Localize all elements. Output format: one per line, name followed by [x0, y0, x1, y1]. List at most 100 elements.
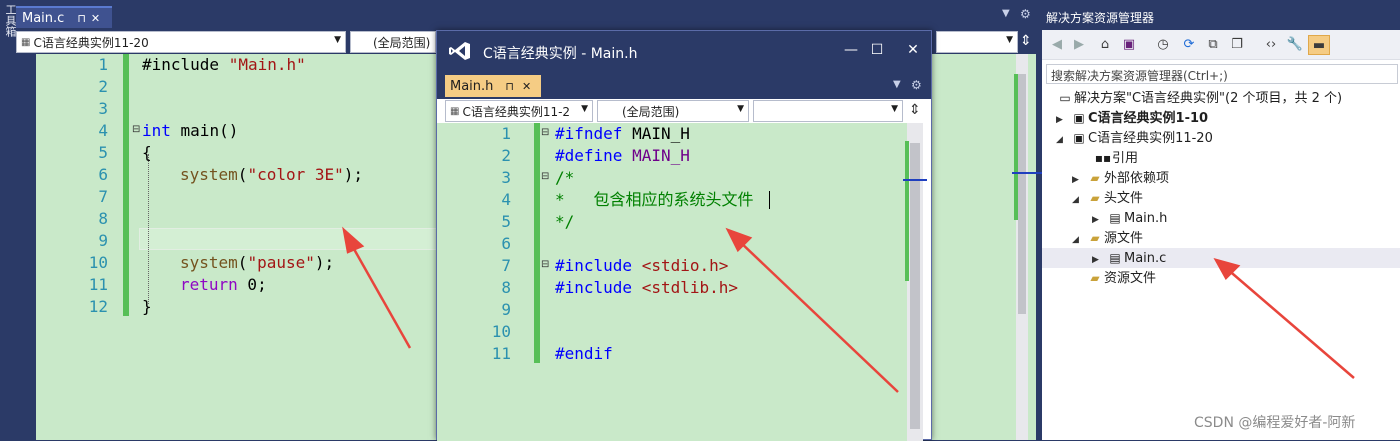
pin-icon[interactable]: ⊓ [505, 80, 514, 93]
close-icon[interactable]: ✕ [91, 12, 100, 25]
scrollbar-thumb[interactable] [1018, 74, 1026, 314]
code-line-11: return 0; [180, 274, 267, 296]
home-icon[interactable]: ⌂ [1094, 35, 1116, 55]
scope-dropdown[interactable]: (全局范围) ▼ [597, 100, 749, 122]
tree-node-resource-files[interactable]: ▰ 资源文件 [1086, 268, 1156, 288]
expand-icon[interactable]: ▶ [1092, 210, 1106, 230]
collapse-arrow-icon[interactable]: ◢ [1072, 230, 1086, 250]
collapse-all-icon[interactable]: ⧉ [1202, 35, 1224, 55]
dropdown-icon[interactable]: ▼ [1002, 8, 1010, 19]
collapse-arrow-icon[interactable]: ◢ [1072, 190, 1086, 210]
member-dropdown[interactable]: ▼ [936, 31, 1018, 53]
line-number: 6 [98, 165, 108, 184]
tree-node-project-1[interactable]: ▶ ▣ C语言经典实例1-10 [1056, 108, 1208, 128]
project-icon: ▣ [1073, 131, 1085, 145]
expand-icon[interactable]: ▶ [1092, 250, 1106, 270]
tree-node-external-deps[interactable]: ▶ ▰ 外部依赖项 [1072, 168, 1169, 188]
forward-icon[interactable]: ▶ [1068, 35, 1090, 55]
line-number: 8 [501, 278, 511, 297]
chevron-down-icon: ▼ [891, 104, 898, 114]
tree-node-label: 头文件 [1104, 191, 1144, 206]
project-dropdown[interactable]: ▦ C语言经典实例11-20 ▼ [16, 31, 346, 53]
collapse-icon[interactable]: ⊟ [541, 171, 549, 182]
code-token: main() [170, 121, 239, 140]
solution-search-input[interactable]: 搜索解决方案资源管理器(Ctrl+;) [1046, 64, 1398, 84]
tab-main-h[interactable]: Main.h ⊓ ✕ [445, 75, 541, 97]
collapse-icon[interactable]: ⊟ [132, 124, 140, 135]
tree-node-main-h[interactable]: ▶ ▤ Main.h [1092, 208, 1167, 228]
pin-icon[interactable]: ⊓ [77, 12, 86, 25]
collapse-arrow-icon[interactable]: ◢ [1056, 130, 1070, 150]
caret-position-marker [903, 179, 927, 181]
close-icon[interactable]: ✕ [522, 80, 531, 93]
collapse-icon[interactable]: ⊟ [541, 127, 549, 138]
line-number: 12 [88, 297, 108, 316]
code-token: ( [237, 253, 248, 272]
gear-icon[interactable]: ⚙ [1020, 7, 1031, 21]
code-token: <stdio.h> [641, 256, 729, 275]
member-dropdown[interactable]: ▼ [753, 100, 903, 122]
indent-guide [148, 154, 149, 304]
line-number: 9 [501, 300, 511, 319]
window-title-bar[interactable]: C语言经典实例 - Main.h — ☐ ✕ [437, 31, 931, 71]
folder-icon: ▰ [1090, 191, 1100, 205]
scrollbar-thumb[interactable] [910, 143, 920, 429]
solution-explorer-header: 解决方案资源管理器 [1042, 0, 1400, 30]
dropdown-icon[interactable]: ▼ [893, 79, 901, 90]
properties-icon[interactable]: 🔧 [1284, 35, 1306, 55]
project-dropdown[interactable]: ▦ C语言经典实例11-2 ▼ [445, 100, 593, 122]
code-token: #include [142, 55, 229, 74]
collapse-icon[interactable]: ⊟ [541, 259, 549, 270]
code-token: int [142, 121, 171, 140]
line-number: 7 [98, 187, 108, 206]
scope-dropdown[interactable]: (全局范围) [350, 31, 436, 53]
line-number-gutter: 1 2 3 4 5 6 7 8 9 10 11 [437, 123, 511, 365]
tab-label: Main.h [450, 78, 494, 94]
split-icon[interactable]: ⇕ [1020, 33, 1032, 49]
tree-node-label: Main.h [1124, 211, 1168, 226]
expand-icon[interactable]: ▶ [1056, 110, 1070, 130]
back-icon[interactable]: ◀ [1046, 35, 1068, 55]
tab-main-c[interactable]: Main.c ⊓ ✕ [16, 6, 112, 28]
project-icon: ▦ [21, 36, 31, 48]
tree-node-label: 源文件 [1104, 231, 1144, 246]
code-token: <stdlib.h> [641, 278, 739, 297]
scope-dropdown-value: (全局范围) [373, 35, 431, 50]
tree-node-solution[interactable]: ▭ 解决方案"C语言经典实例"(2 个项目，共 2 个) [1056, 88, 1342, 108]
code-line-1: #ifndef MAIN_H [555, 123, 690, 145]
code-line-11: #endif [555, 343, 613, 365]
tree-node-project-2[interactable]: ◢ ▣ C语言经典实例11-20 [1056, 128, 1213, 148]
expand-icon[interactable]: ▶ [1072, 170, 1086, 190]
minimize-button[interactable]: — [837, 39, 865, 61]
code-line-4: int main() [142, 120, 238, 142]
maximize-button[interactable]: ☐ [863, 39, 891, 61]
code-token: 0; [237, 275, 267, 294]
toolbox-rail[interactable]: 工具箱 [0, 0, 17, 440]
code-editor-float[interactable]: 1 2 3 4 5 6 7 8 9 10 11 ⊟ ⊟ ⊟ #ifndef MA… [437, 123, 907, 441]
code-line-1: #include "Main.h" [142, 54, 306, 76]
code-token: #define [555, 146, 633, 165]
tree-node-main-c[interactable]: ▶ ▤ Main.c [1042, 248, 1400, 268]
code-line-3: /* [555, 168, 575, 187]
preview-icon[interactable]: ▬ [1308, 35, 1330, 55]
file-icon: ▤ [1109, 211, 1121, 225]
floating-editor-window[interactable]: C语言经典实例 - Main.h — ☐ ✕ Main.h ⊓ ✕ ▼ ⚙ ▦ … [436, 30, 932, 441]
gear-icon[interactable]: ⚙ [911, 78, 922, 92]
sync-icon[interactable]: ⟳ [1178, 35, 1200, 55]
pending-changes-icon[interactable]: ◷ [1152, 35, 1174, 55]
code-line-7: #include <stdio.h> [555, 255, 728, 277]
code-token: system [180, 253, 238, 272]
close-button[interactable]: ✕ [899, 39, 927, 61]
float-tab-bar: Main.h ⊓ ✕ ▼ ⚙ [437, 71, 931, 99]
tree-node-label: Main.c [1124, 251, 1167, 266]
folder-icon: ▰ [1090, 231, 1100, 245]
view-code-icon[interactable]: ‹› [1260, 35, 1282, 55]
tree-node-references[interactable]: ▪▪引用 [1094, 148, 1138, 168]
line-number: 3 [501, 168, 511, 187]
split-icon[interactable]: ⇕ [909, 102, 921, 118]
show-all-files-icon[interactable]: ❐ [1226, 35, 1248, 55]
tree-node-source-files[interactable]: ◢ ▰ 源文件 [1072, 228, 1143, 248]
switch-view-icon[interactable]: ▣ [1118, 35, 1140, 55]
tree-node-header-files[interactable]: ◢ ▰ 头文件 [1072, 188, 1143, 208]
project-dropdown-value: C语言经典实例11-20 [33, 35, 149, 50]
